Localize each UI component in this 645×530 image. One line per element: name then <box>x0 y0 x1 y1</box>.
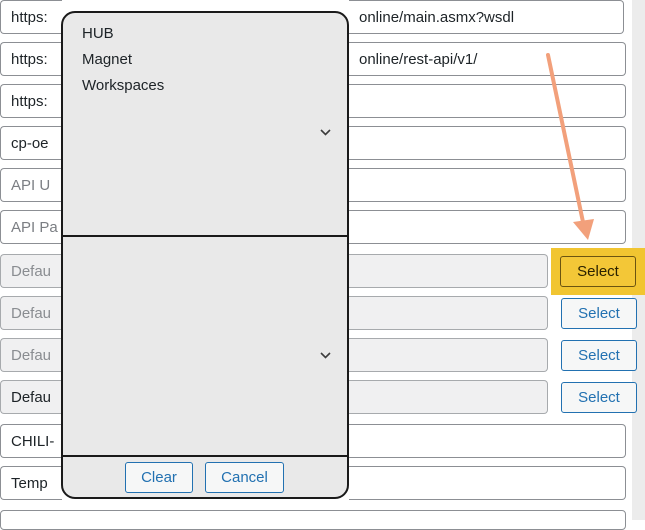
default-field-3: Defau <box>0 338 62 372</box>
field-value: Temp <box>11 474 48 492</box>
field-placeholder: Defau <box>11 346 52 364</box>
chili-field-tail[interactable] <box>349 424 626 458</box>
template-field[interactable]: Temp <box>0 466 62 500</box>
default-field-2-tail <box>349 296 548 330</box>
wsdl-url-field-tail[interactable]: online/main.asmx?wsdl <box>349 0 624 34</box>
field-value: online/rest-api/v1/ <box>359 50 478 68</box>
field-value: CHILI- <box>11 432 55 450</box>
default-field-4: Defau <box>0 380 62 414</box>
picker-popup: HUB Magnet Workspaces Clear Cancel <box>61 11 349 499</box>
option-magnet[interactable]: Magnet <box>82 51 132 68</box>
field-placeholder: Defau <box>11 262 52 280</box>
field-placeholder: Defau <box>11 304 52 322</box>
template-field-tail[interactable] <box>349 466 626 500</box>
field-placeholder: API Pa <box>11 218 58 236</box>
picker-list-bottom[interactable] <box>63 237 347 457</box>
wsdl-url-field[interactable]: https: <box>0 0 62 34</box>
field-value: cp-oe <box>11 134 49 152</box>
select-button-4[interactable]: Select <box>561 382 637 413</box>
cancel-button[interactable]: Cancel <box>205 462 284 493</box>
default-field-4-tail <box>349 380 548 414</box>
field-value: online/main.asmx?wsdl <box>359 8 515 26</box>
api-username-field[interactable]: API U <box>0 168 62 202</box>
api-password-field-tail[interactable] <box>349 210 626 244</box>
api-password-field[interactable]: API Pa <box>0 210 62 244</box>
field-value: Defau <box>11 388 52 406</box>
select-button-1[interactable]: Select <box>560 256 636 287</box>
default-field-1: Defau <box>0 254 62 288</box>
rest-api-url-field-tail[interactable]: online/rest-api/v1/ <box>349 42 626 76</box>
option-hub[interactable]: HUB <box>82 25 114 42</box>
select-button-2[interactable]: Select <box>561 298 637 329</box>
next-field[interactable] <box>0 510 626 530</box>
field-value: https: <box>11 8 48 26</box>
url-field-tail[interactable] <box>349 84 626 118</box>
rest-api-url-field[interactable]: https: <box>0 42 62 76</box>
default-field-2: Defau <box>0 296 62 330</box>
field-placeholder: API U <box>11 176 51 194</box>
url-field[interactable]: https: <box>0 84 62 118</box>
select-button-3[interactable]: Select <box>561 340 637 371</box>
option-workspaces[interactable]: Workspaces <box>82 77 164 94</box>
api-username-field-tail[interactable] <box>349 168 626 202</box>
chili-field[interactable]: CHILI- <box>0 424 62 458</box>
environment-field-tail[interactable] <box>349 126 626 160</box>
clear-button[interactable]: Clear <box>125 462 193 493</box>
field-value: https: <box>11 50 48 68</box>
environment-field[interactable]: cp-oe <box>0 126 62 160</box>
default-field-1-tail <box>349 254 548 288</box>
chevron-down-icon[interactable] <box>320 350 331 361</box>
chevron-down-icon[interactable] <box>320 127 331 138</box>
picker-list-top[interactable]: HUB Magnet Workspaces <box>63 13 347 237</box>
field-value: https: <box>11 92 48 110</box>
picker-footer: Clear Cancel <box>63 457 347 497</box>
default-field-3-tail <box>349 338 548 372</box>
